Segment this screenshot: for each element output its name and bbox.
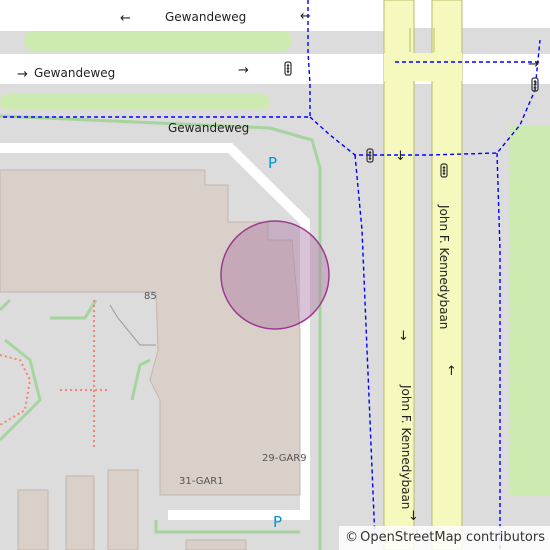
parking-label: P — [273, 513, 282, 531]
oneway-arrow-right: → — [17, 67, 28, 82]
street-label-gewandeweg: Gewandeweg — [168, 121, 249, 135]
house-number: 85 — [144, 291, 157, 302]
attribution-link[interactable]: OpenStreetMap contributors — [360, 530, 545, 545]
road-gewandeweg-east[interactable] — [405, 0, 550, 28]
oneway-arrow-up: ↑ — [446, 364, 457, 379]
oneway-arrow-left: ← — [120, 11, 131, 26]
attribution: © OpenStreetMap contributors — [339, 526, 550, 550]
location-marker[interactable] — [220, 220, 330, 330]
street-label-gewandeweg: Gewandeweg — [165, 10, 246, 24]
map-canvas[interactable]: ← ← → → → ↓ ↓ ↓ ↑ Gewandeweg Gewandeweg … — [0, 0, 550, 550]
building-ref: 31-GAR1 — [179, 476, 224, 487]
building-main — [0, 169, 301, 496]
oneway-arrow-down: ↓ — [408, 509, 419, 524]
building-ref: 29-GAR9 — [262, 453, 307, 464]
oneway-arrow-left: ← — [300, 9, 311, 24]
street-label-kennedybaan: John F. Kennedybaan — [437, 204, 451, 329]
footpaths-red — [0, 300, 110, 450]
oneway-arrow-down: ↓ — [395, 149, 406, 164]
street-label-kennedybaan: John F. Kennedybaan — [399, 384, 413, 509]
junction-area — [384, 53, 462, 81]
map-svg: ← ← → → → ↓ ↓ ↓ ↑ Gewandeweg Gewandeweg … — [0, 0, 550, 550]
street-label-gewandeweg: Gewandeweg — [34, 66, 115, 80]
grass-strip-north — [24, 31, 292, 51]
grass-strip-middle — [0, 94, 270, 110]
service-path — [109, 304, 156, 346]
parking-label: P — [268, 154, 277, 172]
oneway-arrow-right: → — [238, 63, 249, 78]
copyright-symbol: © — [345, 530, 359, 545]
grass-area-east — [510, 125, 550, 495]
oneway-arrow-down: ↓ — [398, 329, 409, 344]
oneway-arrow-right: → — [528, 57, 539, 72]
